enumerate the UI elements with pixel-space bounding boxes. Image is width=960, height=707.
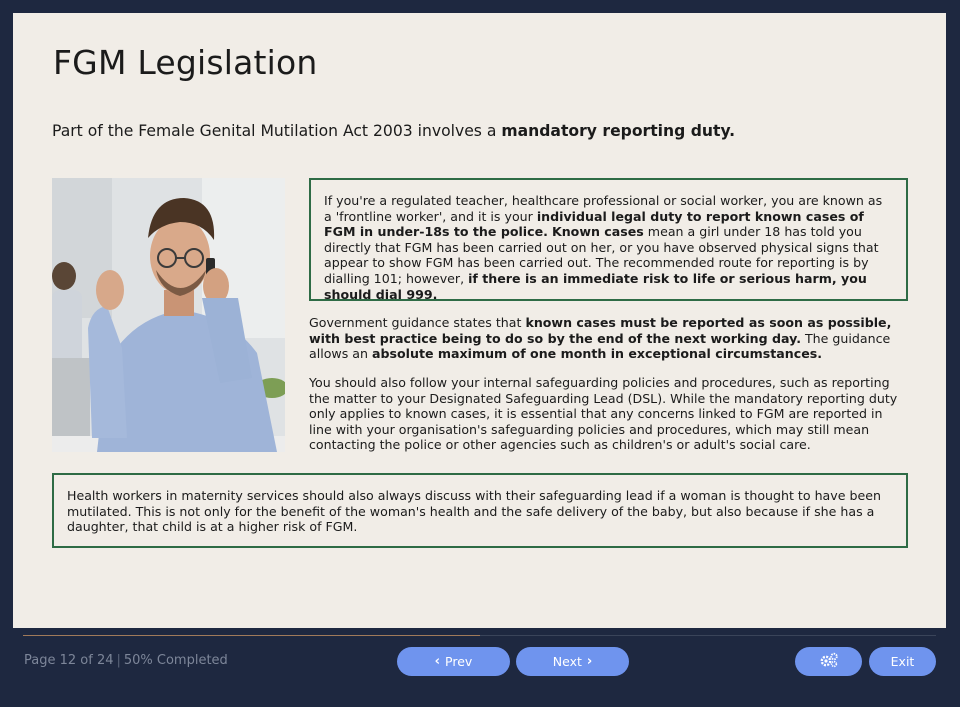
chevron-left-icon: ‹: [434, 654, 441, 669]
safeguarding-paragraph: You should also follow your internal saf…: [309, 375, 898, 453]
para1-text-1: Government guidance states that: [309, 315, 526, 330]
progress-fill: [23, 635, 480, 636]
next-button[interactable]: Next ›: [516, 647, 629, 676]
page-title: FGM Legislation: [53, 43, 318, 82]
settings-button[interactable]: [795, 647, 862, 676]
para1-bold-2: absolute maximum of one month in excepti…: [372, 346, 823, 362]
intro-plain: Part of the Female Genital Mutilation Ac…: [52, 122, 502, 140]
intro-bold: mandatory reporting duty.: [501, 122, 736, 140]
prev-button[interactable]: ‹ Prev: [397, 647, 510, 676]
page-counter: Page 12 of 24: [24, 653, 114, 668]
progress-bar: [23, 635, 936, 636]
completion-label: 50% Completed: [123, 653, 228, 668]
page-status: Page 12 of 24 | 50% Completed: [24, 653, 228, 668]
chevron-right-icon: ›: [586, 654, 593, 669]
box1-bold-2: Known cases: [551, 224, 644, 240]
status-separator: |: [116, 653, 121, 668]
exit-button[interactable]: Exit: [869, 647, 936, 676]
maternity-box: Health workers in maternity services sho…: [52, 473, 908, 548]
gears-icon: [819, 652, 839, 671]
next-label: Next: [552, 654, 582, 669]
frontline-duty-box: If you're a regulated teacher, healthcar…: [309, 178, 908, 302]
man-on-phone-photo: [52, 178, 285, 452]
guidance-paragraph: Government guidance states that known ca…: [309, 315, 909, 362]
intro-text: Part of the Female Genital Mutilation Ac…: [52, 122, 735, 140]
prev-label: Prev: [445, 654, 473, 669]
slide-panel: FGM Legislation Part of the Female Genit…: [13, 13, 946, 628]
